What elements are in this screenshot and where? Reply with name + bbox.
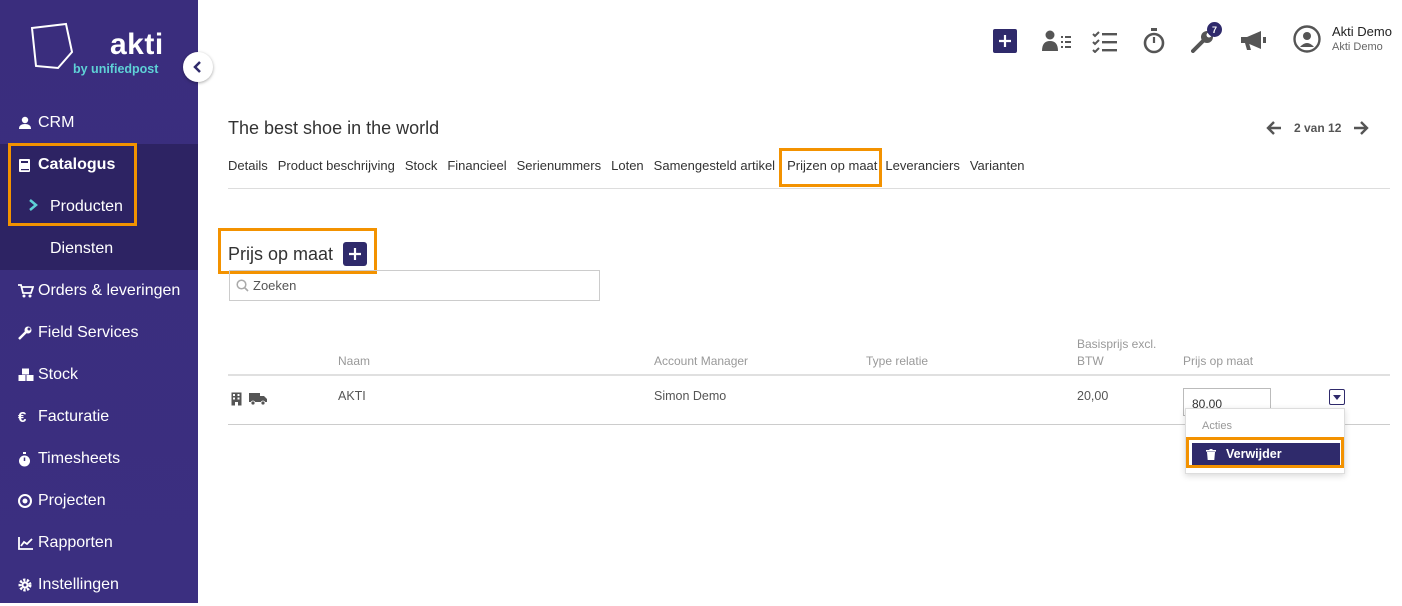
logo-text: akti xyxy=(110,28,164,61)
add-custom-price-button[interactable] xyxy=(343,242,367,266)
megaphone-icon[interactable] xyxy=(1239,30,1267,52)
delete-label: Verwijder xyxy=(1226,447,1282,461)
logo-shape-icon xyxy=(30,22,74,70)
notification-badge: 7 xyxy=(1207,22,1222,37)
sidebar-item-timesheets[interactable]: Timesheets xyxy=(0,438,198,480)
sidebar-item-label: Stock xyxy=(38,366,79,383)
tab-financieel[interactable]: Financieel xyxy=(447,158,506,173)
sidebar-item-stock[interactable]: Stock xyxy=(0,354,198,396)
stopwatch-icon[interactable] xyxy=(1143,28,1165,54)
contacts-list-icon[interactable] xyxy=(1042,30,1072,52)
sidebar-item-label: Timesheets xyxy=(38,450,121,467)
sidebar-item-producten[interactable]: Producten xyxy=(0,186,198,228)
logo-subtitle: by unifiedpost xyxy=(73,62,159,76)
col-basisprijs-line2[interactable]: BTW xyxy=(1077,352,1104,370)
plus-icon xyxy=(999,35,1011,47)
sidebar-item-orders[interactable]: Orders & leveringen xyxy=(0,270,198,312)
sidebar-collapse-button[interactable] xyxy=(183,52,213,82)
cubes-icon xyxy=(18,368,38,382)
target-icon xyxy=(18,494,38,508)
sidebar-nav: CRM Catalogus Producten Diensten Orders … xyxy=(0,102,198,606)
sidebar-item-label: Facturatie xyxy=(38,408,110,425)
chevron-right-icon xyxy=(28,198,50,216)
sidebar-item-diensten[interactable]: Diensten xyxy=(0,228,198,270)
arrow-right-icon[interactable] xyxy=(1353,121,1370,135)
truck-icon xyxy=(249,393,267,405)
record-pager: 2 van 12 xyxy=(1266,121,1370,135)
tab-loten[interactable]: Loten xyxy=(611,158,644,173)
sidebar: akti by unifiedpost CRM Catalogus Produc… xyxy=(0,0,198,603)
sidebar-item-projecten[interactable]: Projecten xyxy=(0,480,198,522)
euro-icon: € xyxy=(18,408,27,426)
product-tabs: Details Product beschrijving Stock Finan… xyxy=(228,158,1035,173)
cell-account-manager: Simon Demo xyxy=(654,389,727,403)
tab-prijzen-op-maat[interactable]: Prijzen op maat xyxy=(787,158,877,173)
row-actions-dropdown: Acties Verwijder xyxy=(1185,408,1345,474)
delete-menu-item[interactable]: Verwijder xyxy=(1192,443,1340,465)
sidebar-item-label: Orders & leveringen xyxy=(38,282,181,299)
col-naam[interactable]: Naam xyxy=(338,352,370,370)
tab-samengesteld-artikel[interactable]: Samengesteld artikel xyxy=(654,158,775,173)
sidebar-item-facturatie[interactable]: € Facturatie xyxy=(0,396,198,438)
sidebar-item-label: Field Services xyxy=(38,324,139,341)
sidebar-item-label: Producten xyxy=(50,198,123,215)
pager-text: 2 van 12 xyxy=(1294,121,1342,135)
dropdown-header: Acties xyxy=(1202,420,1232,432)
sidebar-item-label: Diensten xyxy=(50,240,114,257)
stopwatch-icon xyxy=(18,451,38,467)
cell-basisprijs: 20,00 xyxy=(1077,389,1109,403)
tabs-divider xyxy=(228,188,1390,189)
search-input[interactable] xyxy=(253,278,583,293)
tab-varianten[interactable]: Varianten xyxy=(970,158,1025,173)
tab-details[interactable]: Details xyxy=(228,158,268,173)
gear-icon xyxy=(18,578,38,592)
quick-add-button[interactable] xyxy=(993,29,1017,53)
user-company: Akti Demo xyxy=(1332,41,1383,53)
search-icon xyxy=(236,279,249,292)
col-account-manager[interactable]: Account Manager xyxy=(654,352,748,370)
sidebar-item-label: Rapporten xyxy=(38,534,113,551)
sidebar-item-field-services[interactable]: Field Services xyxy=(0,312,198,354)
plus-icon xyxy=(349,248,361,260)
section-title: Prijs op maat xyxy=(228,244,334,264)
chevron-left-icon xyxy=(193,61,201,73)
page-title: The best shoe in the world xyxy=(228,118,440,138)
trash-icon xyxy=(1206,448,1216,460)
sidebar-item-label: Projecten xyxy=(38,492,106,509)
cart-icon xyxy=(18,284,38,298)
book-icon xyxy=(18,158,38,173)
catalogus-group: Catalogus Producten Diensten xyxy=(0,144,198,270)
cell-naam[interactable]: AKTI xyxy=(338,389,366,403)
sidebar-item-crm[interactable]: CRM xyxy=(0,102,198,144)
col-basisprijs-line1[interactable]: Basisprijs excl. xyxy=(1077,335,1156,353)
tab-leveranciers[interactable]: Leveranciers xyxy=(885,158,959,173)
row-actions-toggle[interactable] xyxy=(1329,389,1345,405)
user-avatar-icon[interactable] xyxy=(1293,25,1321,53)
wrench-icon xyxy=(18,326,38,340)
arrow-left-icon[interactable] xyxy=(1266,121,1282,135)
sidebar-item-catalogus[interactable]: Catalogus xyxy=(0,144,198,186)
user-name[interactable]: Akti Demo xyxy=(1332,24,1392,39)
user-icon xyxy=(18,116,38,130)
col-prijs-op-maat[interactable]: Prijs op maat xyxy=(1183,352,1253,370)
sidebar-item-label: Catalogus xyxy=(38,156,116,173)
tab-product-beschrijving[interactable]: Product beschrijving xyxy=(278,158,395,173)
col-type-relatie[interactable]: Type relatie xyxy=(866,352,928,370)
table-header-divider xyxy=(228,374,1390,376)
sidebar-item-rapporten[interactable]: Rapporten xyxy=(0,522,198,564)
building-icon xyxy=(231,392,242,406)
sidebar-item-instellingen[interactable]: Instellingen xyxy=(0,564,198,606)
sidebar-item-label: Instellingen xyxy=(38,576,119,593)
search-field[interactable] xyxy=(229,270,600,301)
caret-down-icon xyxy=(1333,394,1341,400)
akti-logo[interactable]: akti by unifiedpost xyxy=(28,22,178,82)
tab-serienummers[interactable]: Serienummers xyxy=(517,158,602,173)
sidebar-item-label: CRM xyxy=(38,114,75,131)
tasks-checklist-icon[interactable] xyxy=(1092,31,1118,53)
tab-stock[interactable]: Stock xyxy=(405,158,438,173)
chart-icon xyxy=(18,536,38,550)
